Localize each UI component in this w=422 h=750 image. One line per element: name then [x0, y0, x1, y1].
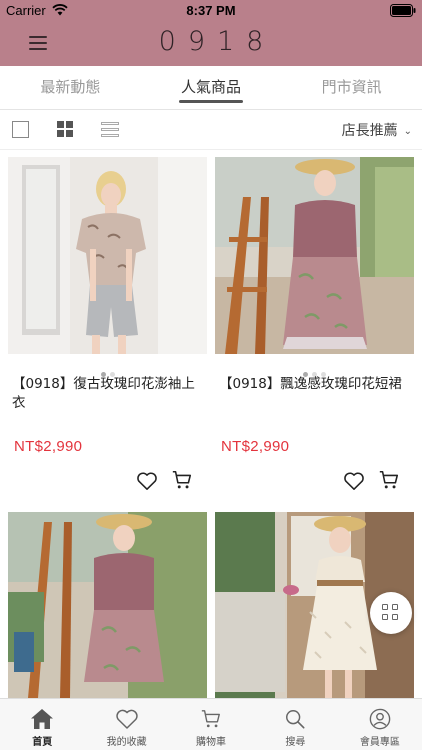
- nav-home[interactable]: 首頁: [0, 699, 84, 750]
- tab-latest-news[interactable]: 最新動態: [0, 66, 141, 109]
- grid-view-icon[interactable]: [57, 121, 74, 138]
- status-bar: Carrier 8:37 PM: [0, 0, 422, 22]
- product-image[interactable]: [8, 512, 207, 698]
- status-time: 8:37 PM: [186, 3, 236, 18]
- cart-icon[interactable]: [171, 469, 193, 491]
- chevron-down-icon: ⌄: [403, 126, 412, 137]
- brand-logo[interactable]: 0918: [0, 26, 422, 57]
- nav-favorites[interactable]: 我的收藏: [84, 699, 168, 750]
- product-card[interactable]: 【0918】飄逸感玫瑰印花短裙 NT$2,990: [215, 157, 414, 490]
- product-name[interactable]: 【0918】復古玫瑰印花澎袖上衣: [12, 375, 204, 413]
- product-price: NT$2,990: [221, 438, 290, 455]
- floating-grid-button[interactable]: [370, 592, 412, 634]
- heart-icon[interactable]: [136, 471, 158, 491]
- nav-home-label: 首頁: [32, 737, 53, 748]
- user-icon: [369, 708, 391, 730]
- product-image[interactable]: [8, 157, 207, 354]
- nav-cart-label: 購物車: [196, 737, 227, 748]
- heart-icon: [115, 709, 138, 729]
- nav-favorites-label: 我的收藏: [106, 737, 147, 748]
- nav-member-label: 會員專區: [359, 737, 400, 748]
- single-view-icon[interactable]: [12, 121, 29, 138]
- app-screen: Carrier 8:37 PM 0918 最新動態 人氣商品 門市資訊 店長推薦…: [0, 0, 422, 750]
- search-icon: [286, 710, 305, 729]
- view-toolbar: 店長推薦 ⌄: [0, 110, 422, 150]
- product-name[interactable]: 【0918】飄逸感玫瑰印花短裙: [219, 375, 411, 394]
- tab-store-info[interactable]: 門市資訊: [281, 66, 422, 109]
- nav-cart[interactable]: 購物車: [169, 699, 253, 750]
- tab-popular-products[interactable]: 人氣商品: [141, 66, 282, 109]
- product-price: NT$2,990: [14, 438, 83, 455]
- category-tabs: 最新動態 人氣商品 門市資訊: [0, 66, 422, 110]
- app-header: Carrier 8:37 PM 0918: [0, 0, 422, 66]
- nav-search-label: 搜尋: [285, 737, 306, 748]
- sort-label: 店長推薦: [341, 123, 398, 139]
- battery-icon: [390, 4, 416, 17]
- list-view-icon[interactable]: [101, 121, 119, 138]
- product-card[interactable]: [8, 512, 207, 698]
- heart-icon[interactable]: [343, 471, 365, 491]
- product-card[interactable]: 【0918】復古玫瑰印花澎袖上衣 NT$2,990: [8, 157, 207, 490]
- nav-member[interactable]: 會員專區: [338, 699, 422, 750]
- home-icon: [31, 709, 54, 729]
- cart-icon[interactable]: [378, 469, 400, 491]
- nav-search[interactable]: 搜尋: [253, 699, 337, 750]
- sort-dropdown[interactable]: 店長推薦 ⌄: [342, 120, 412, 140]
- bottom-tab-bar: 首頁 我的收藏 購物車 搜尋 會員專區: [0, 698, 422, 750]
- product-image[interactable]: [215, 157, 414, 354]
- cart-icon: [201, 710, 220, 728]
